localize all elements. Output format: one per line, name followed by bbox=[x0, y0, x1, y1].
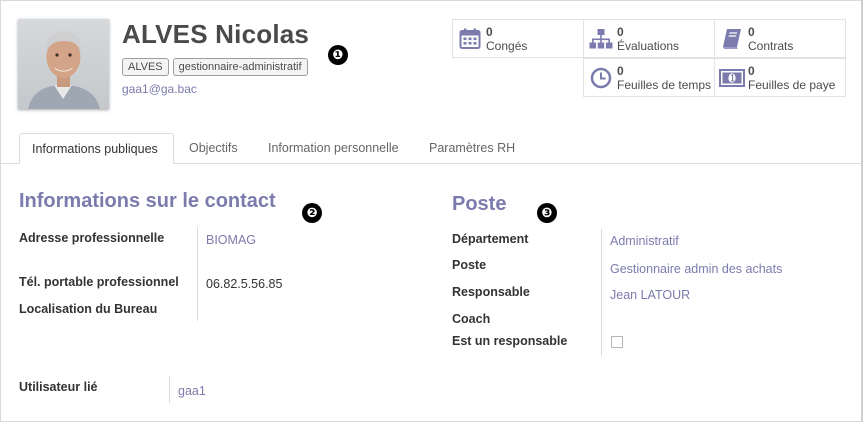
calendar-icon bbox=[457, 28, 483, 50]
contracts-label: Contrats bbox=[748, 38, 794, 53]
annotation-marker-1: ❶ bbox=[328, 45, 348, 65]
money-icon bbox=[719, 68, 745, 87]
work-address-value[interactable]: BIOMAG bbox=[206, 233, 256, 247]
work-mobile-label: Tél. portable professionnel bbox=[19, 275, 179, 289]
timesheets-count: 0 bbox=[617, 63, 624, 78]
is-manager-checkbox[interactable] bbox=[611, 336, 623, 348]
clock-icon bbox=[588, 67, 614, 89]
book-icon bbox=[719, 28, 745, 50]
timesheets-stat-button[interactable]: 0 Feuilles de temps bbox=[583, 58, 715, 97]
leaves-count: 0 bbox=[486, 24, 493, 39]
department-label: Département bbox=[452, 232, 529, 246]
avatar-photo-icon bbox=[18, 19, 109, 109]
department-value[interactable]: Administratif bbox=[610, 234, 679, 248]
payslips-stat-button[interactable]: 0 Feuilles de paye bbox=[714, 58, 846, 97]
coach-label: Coach bbox=[452, 312, 491, 326]
office-location-label: Localisation du Bureau bbox=[19, 302, 158, 316]
manager-label: Responsable bbox=[452, 285, 530, 299]
field-divider bbox=[197, 227, 198, 321]
employee-name[interactable]: ALVES Nicolas bbox=[122, 19, 309, 50]
tab-public-information[interactable]: Informations publiques bbox=[19, 133, 174, 164]
work-mobile-value[interactable]: 06.82.5.56.85 bbox=[206, 277, 282, 291]
job-position-label: Poste bbox=[452, 258, 487, 272]
related-user-label: Utilisateur lié bbox=[19, 380, 98, 394]
tag-chip[interactable]: ALVES bbox=[122, 58, 169, 76]
employee-email[interactable]: gaa1@ga.bac bbox=[122, 82, 197, 96]
annotation-marker-2: ❷ bbox=[302, 203, 322, 223]
manager-value[interactable]: Jean LATOUR bbox=[610, 288, 690, 302]
field-divider bbox=[169, 376, 170, 403]
tab-personal-information[interactable]: Information personnelle bbox=[256, 133, 411, 164]
position-section-title: Poste bbox=[452, 193, 507, 215]
contracts-stat-button[interactable]: 0 Contrats bbox=[714, 19, 846, 58]
tab-hr-settings[interactable]: Paramètres RH bbox=[417, 133, 527, 164]
org-chart-icon bbox=[588, 28, 614, 50]
payslips-count: 0 bbox=[748, 63, 755, 78]
timesheets-label: Feuilles de temps bbox=[617, 77, 712, 92]
appraisals-count: 0 bbox=[617, 24, 624, 39]
employee-tags: ALVES gestionnaire-administratif bbox=[122, 58, 308, 76]
payslips-label: Feuilles de paye bbox=[748, 77, 836, 92]
tab-objectives[interactable]: Objectifs bbox=[177, 133, 250, 164]
is-manager-label: Est un responsable bbox=[452, 334, 568, 348]
work-address-label: Adresse professionnelle bbox=[19, 231, 165, 245]
contracts-count: 0 bbox=[748, 24, 755, 39]
annotation-marker-3: ❸ bbox=[537, 203, 557, 223]
appraisals-stat-button[interactable]: 0 Évaluations bbox=[583, 19, 715, 58]
leaves-stat-button[interactable]: 0 Congés bbox=[452, 19, 584, 58]
employee-avatar[interactable] bbox=[18, 19, 109, 109]
contact-section-title: Informations sur le contact bbox=[19, 190, 276, 212]
related-user-value[interactable]: gaa1 bbox=[178, 384, 206, 398]
field-divider bbox=[601, 229, 602, 356]
leaves-label: Congés bbox=[486, 38, 528, 53]
tag-chip[interactable]: gestionnaire-administratif bbox=[172, 58, 308, 76]
appraisals-label: Évaluations bbox=[617, 38, 680, 53]
job-position-value[interactable]: Gestionnaire admin des achats bbox=[610, 262, 782, 276]
